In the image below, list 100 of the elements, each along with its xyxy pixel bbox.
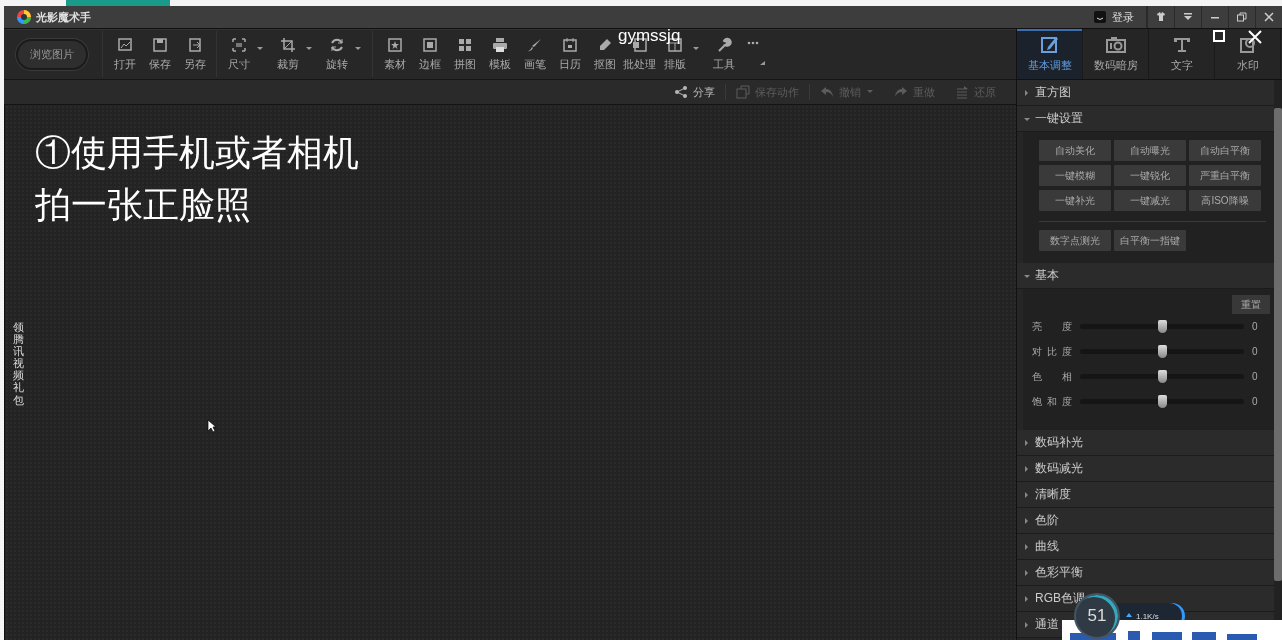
action-button[interactable]: 分享 [664,83,725,101]
section-header[interactable]: 一键设置 [1017,106,1274,132]
redo-icon [894,85,908,99]
panel-tab[interactable]: 文字 [1149,29,1215,79]
caption-text: gymssjq [618,29,681,43]
slider-value: 0 [1252,321,1258,332]
promo-link[interactable]: 领腾讯视频礼包 [13,321,24,406]
caret-icon[interactable] [256,45,264,53]
camera-icon [1105,35,1126,55]
reset-button[interactable]: 重置 [1232,295,1270,314]
brush-icon [526,37,543,53]
expand-arrow-icon [1023,620,1031,629]
toolbar-button[interactable]: 打开 [107,37,142,72]
expand-arrow-icon [1023,516,1031,525]
slider-thumb[interactable] [1158,395,1167,408]
slider-label: 饱 和 度 [1032,394,1072,409]
preset-button[interactable]: 一键减光 [1114,190,1186,211]
preset-button[interactable]: 自动白平衡 [1189,140,1261,161]
toolbar-button[interactable]: 保存 [142,37,177,72]
app-title: 光影魔术手 [36,9,91,25]
close-icon[interactable] [1263,11,1275,23]
preset-button[interactable]: 高ISO降噪 [1189,190,1261,211]
slider-value: 0 [1252,396,1258,407]
section-header[interactable]: 色阶 [1017,508,1274,534]
browse-images-button[interactable]: 浏览图片 [16,38,88,70]
instruction-text: ①使用手机或者相机 [35,131,359,175]
edit-icon [1039,35,1060,55]
toolbar-button[interactable]: 旋转 [319,37,354,72]
expand-arrow-icon [1023,464,1031,473]
section-header[interactable]: 基本 [1017,263,1274,289]
toolbar-button[interactable]: 工具 [706,37,741,72]
crop-icon [279,37,296,53]
save-action-icon [736,85,750,99]
text-icon [1171,35,1192,55]
app-logo [16,9,32,25]
section-header[interactable]: 清晰度 [1017,482,1274,508]
shirt-icon[interactable] [1155,11,1167,23]
slider-label: 对 比 度 [1032,344,1072,359]
restore-icon [955,85,969,99]
slider-value: 0 [1252,371,1258,382]
panel-tab[interactable]: 水印 [1215,29,1281,79]
preset-button[interactable]: 严重白平衡 [1189,165,1261,186]
expand-arrow-icon [1023,88,1031,97]
toolbar-button[interactable]: 拼图 [447,37,482,72]
section-header[interactable]: 数码补光 [1017,430,1274,456]
expand-arrow-icon [1023,542,1031,551]
panel-tab[interactable]: 基本调整 [1017,29,1083,79]
face-icon [1094,11,1106,23]
caret-icon[interactable] [305,45,313,53]
upload-arrow-icon [1126,613,1132,619]
slider-value: 0 [1252,346,1258,357]
toolbar-button[interactable]: 边框 [412,37,447,72]
rotate-icon [328,37,345,53]
instruction-text: 拍一张正脸照 [35,183,252,227]
section-header[interactable]: 曲线 [1017,534,1274,560]
cursor-icon [207,419,217,433]
preset-button[interactable]: 一键锐化 [1114,165,1186,186]
section-header[interactable]: 直方图 [1017,80,1274,106]
login-button[interactable]: 登录 [1082,6,1147,28]
expand-arrow-icon [1023,490,1031,499]
calendar-icon [561,37,578,53]
undo-icon [820,85,834,99]
section-header[interactable]: 色彩平衡 [1017,560,1274,586]
section-header[interactable]: 数码减光 [1017,456,1274,482]
slider-thumb[interactable] [1158,345,1167,358]
toolbar-button[interactable]: 裁剪 [270,37,305,72]
slider-thumb[interactable] [1158,320,1167,333]
save-icon [151,37,168,53]
slider-label: 亮 度 [1032,319,1072,334]
grid-icon [456,37,473,53]
preset-button[interactable]: 白平衡一指键 [1114,230,1186,251]
preset-button[interactable]: 一键补光 [1039,190,1111,211]
toolbar-button[interactable]: 模板 [482,37,517,72]
toolbar-button[interactable]: 另存 [177,37,212,72]
slider-thumb[interactable] [1158,370,1167,383]
save-as-icon [186,37,203,53]
maximize-icon[interactable] [1213,30,1225,42]
caret-icon[interactable] [692,45,700,53]
scrollbar[interactable] [1274,108,1282,581]
panel-tab[interactable]: 数码暗房 [1083,29,1149,79]
preset-button[interactable]: 自动曝光 [1114,140,1186,161]
restore-icon[interactable] [1236,11,1248,23]
toolbar-button[interactable]: 尺寸 [221,37,256,72]
frame-icon [421,37,438,53]
toolbar-button[interactable]: 素材 [377,37,412,72]
caret-icon[interactable] [354,45,362,53]
open-image-icon [116,37,133,53]
expand-arrow-icon [1023,594,1031,603]
toolbar-button[interactable]: 画笔 [517,37,552,72]
expand-arrow-icon [1023,568,1031,577]
dropdown-menu-icon[interactable] [1182,11,1194,23]
share-icon [674,85,688,99]
preset-button[interactable]: 数字点测光 [1039,230,1111,251]
watermark-icon [1237,35,1258,55]
toolbar-button[interactable]: 日历 [552,37,587,72]
preset-button[interactable]: 一键模糊 [1039,165,1111,186]
slider-label: 色 相 [1032,369,1072,384]
expand-arrow-icon [1023,438,1031,447]
printer-icon [491,37,508,53]
preset-button[interactable]: 自动美化 [1039,140,1111,161]
